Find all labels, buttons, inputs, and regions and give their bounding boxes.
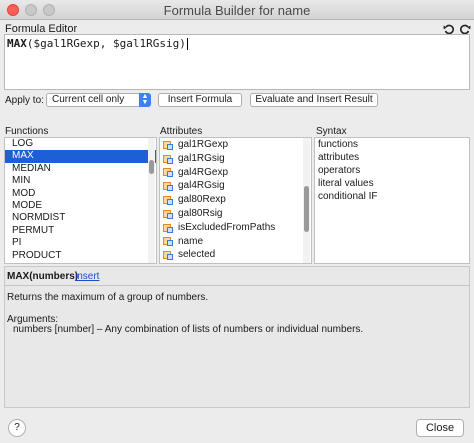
title-bar: Formula Builder for name [0,0,474,20]
syntax-item[interactable]: functions [315,138,469,151]
attribute-label: selected [178,249,216,261]
attributes-scroll-thumb[interactable] [304,186,309,232]
attributes-list[interactable]: gal1RGexp gal1RGsig gal4RGexp gal4RGsig … [159,137,312,264]
insert-formula-button[interactable]: Insert Formula [158,93,242,107]
functions-scroll-thumb[interactable] [149,160,154,174]
attribute-item[interactable]: gal4RGexp [160,166,311,180]
attribute-label: gal1RGexp [178,139,229,150]
attribute-label: gal4RGsig [178,180,225,192]
apply-to-value: Current cell only [52,94,125,105]
text-caret [186,38,188,50]
function-signature: MAX(numbers) [7,271,79,282]
attribute-label: gal80Rsig [178,207,223,219]
function-item[interactable]: NORMDIST [5,212,156,224]
attribute-item[interactable]: name [160,235,311,249]
syntax-item[interactable]: attributes [315,151,469,164]
attribute-icon [163,181,173,192]
attribute-icon [163,236,173,247]
attribute-item[interactable]: gal80Rsig [160,207,311,221]
attribute-label: gal1RGsig [178,152,225,164]
attribute-label: gal4RGexp [178,166,229,178]
attribute-icon [163,209,173,219]
insert-link[interactable]: insert [75,271,99,282]
apply-to-select[interactable]: Current cell only ▲ ▼ [46,93,151,107]
attributes-header: Attributes [160,126,203,137]
attribute-icon [163,195,173,206]
function-item[interactable]: PERMUT [5,225,156,237]
function-item[interactable]: PRODUCT [5,250,156,262]
attribute-item[interactable]: selected [160,248,311,262]
function-item[interactable]: MIN [5,175,156,187]
attribute-icon [163,250,173,261]
attribute-label: gal80Rexp [178,194,226,206]
attribute-item[interactable]: gal80Rexp [160,193,311,207]
attribute-item[interactable]: gal4RGsig [160,179,311,193]
attribute-item[interactable]: isExcludedFromPaths [160,221,311,235]
help-button[interactable]: ? [8,419,26,437]
function-item[interactable]: MODE [5,200,156,212]
attribute-item[interactable]: gal1RGsig [160,152,311,166]
function-item-selected[interactable]: MAX [5,150,156,163]
attribute-label: name [178,235,204,247]
attribute-icon [163,223,173,233]
function-item[interactable]: MEDIAN [5,163,156,175]
function-help-panel: MAX(numbers) insert Returns the maximum … [4,266,470,408]
attributes-scrollbar[interactable] [303,138,310,263]
syntax-item[interactable]: conditional IF [315,190,469,203]
argument-description: numbers [number] – Any combination of li… [13,324,364,335]
syntax-list[interactable]: functions attributes operators literal v… [314,137,470,264]
formula-function-name: MAX [7,37,27,50]
functions-list[interactable]: LOG MAX MEDIAN MIN MOD MODE NORMDIST PER… [4,137,157,264]
function-item[interactable]: PI [5,237,156,249]
attribute-label: isExcludedFromPaths [178,221,276,233]
function-item[interactable]: MOD [5,188,156,200]
apply-to-label: Apply to: [5,95,44,106]
chevron-updown-icon: ▲ ▼ [139,93,151,107]
attribute-item[interactable]: gal1RGexp [160,138,311,152]
syntax-header: Syntax [316,126,347,137]
function-item[interactable]: LOG [5,138,156,150]
attribute-icon [163,154,173,164]
functions-scrollbar[interactable] [148,138,155,263]
attribute-icon [163,140,173,150]
window-title: Formula Builder for name [163,3,311,18]
attribute-icon [163,167,173,178]
formula-arguments: ($gal1RGexp, $gal1RGsig) [26,37,186,50]
function-description: Returns the maximum of a group of number… [7,292,209,303]
formula-editor-input[interactable]: MAX($gal1RGexp, $gal1RGsig) [4,34,470,90]
syntax-item[interactable]: literal values [315,177,469,190]
help-divider [5,285,469,286]
syntax-item[interactable]: operators [315,164,469,177]
close-button[interactable]: Close [416,419,464,437]
evaluate-insert-button[interactable]: Evaluate and Insert Result [250,93,378,107]
functions-header: Functions [5,126,49,137]
